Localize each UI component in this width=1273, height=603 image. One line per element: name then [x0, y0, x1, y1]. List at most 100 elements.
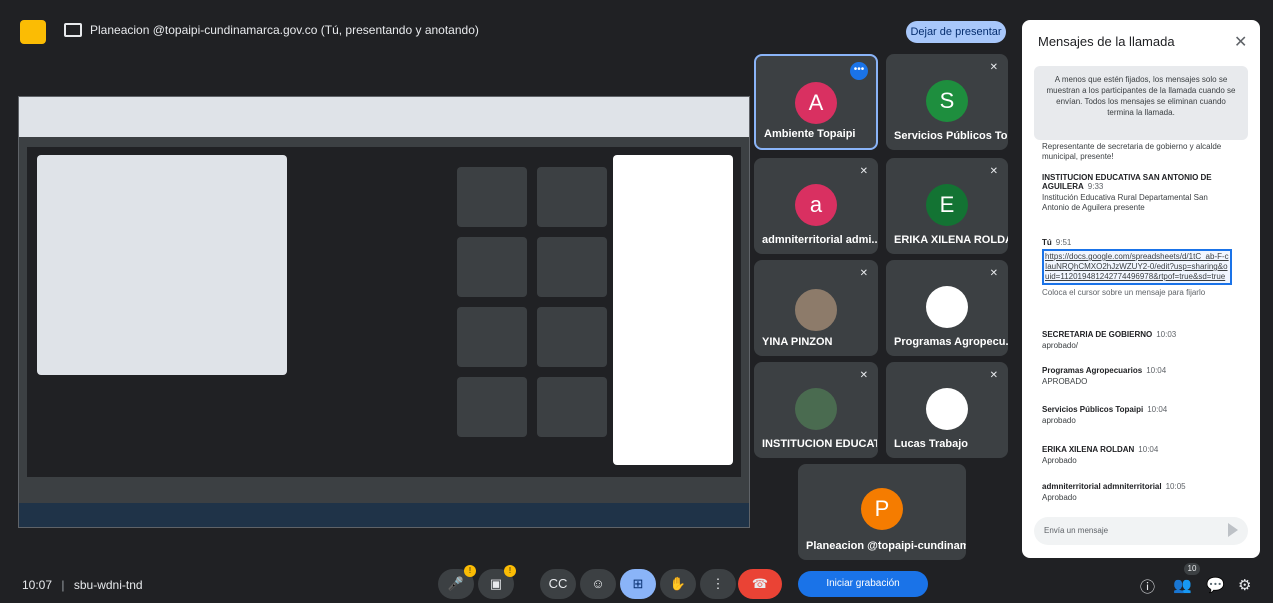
organization-logo	[926, 286, 968, 328]
participant-name: admniterritorial admi...	[762, 234, 877, 246]
nested-tile	[457, 307, 527, 367]
present-badge-icon	[20, 20, 46, 44]
shared-link[interactable]: https://docs.google.com/spreadsheets/d/1…	[1042, 249, 1232, 285]
hangup-button[interactable]: ☎	[738, 569, 782, 599]
chat-message: ERIKA XILENA ROLDAN 10:04 Aprobado	[1042, 445, 1232, 466]
chat-notice: A menos que estén fijados, los mensajes …	[1034, 66, 1248, 140]
message-sender: ERIKA XILENA ROLDAN 10:04	[1042, 445, 1159, 454]
raise-hand-button[interactable]: ✋	[660, 569, 696, 599]
participant-name: Planeacion @topaipi-cundinam...	[806, 540, 966, 552]
mic-button[interactable]: 🎤!	[438, 565, 476, 599]
chat-panel: Mensajes de la llamada ✕ A menos que est…	[1022, 20, 1260, 558]
mic-off-icon: ✕	[989, 268, 998, 279]
emoji-button[interactable]: ☺	[580, 569, 616, 599]
participant-tile[interactable]: ✕ E ERIKA XILENA ROLDAN	[886, 158, 1008, 254]
captions-button[interactable]: CC	[540, 569, 576, 599]
mic-off-icon: ✕	[989, 370, 998, 381]
chat-message: Representante de secretaria de gobierno …	[1042, 140, 1232, 162]
participant-tile[interactable]: ✕ Lucas Trabajo	[886, 362, 1008, 458]
profile-photo	[792, 286, 840, 334]
participant-name: Programas Agropecu...	[894, 336, 1008, 348]
message-sender: INSTITUCION EDUCATIVA SAN ANTONIO DE AGU…	[1042, 173, 1212, 191]
nested-meeting-view	[27, 147, 741, 477]
mic-off-icon: ✕	[859, 268, 868, 279]
nested-tile	[537, 167, 607, 227]
message-text: Institución Educativa Rural Departamenta…	[1042, 193, 1208, 212]
chat-message: Programas Agropecuarios 10:04 APROBADO	[1042, 366, 1232, 387]
people-icon[interactable]: 👥	[1173, 576, 1192, 594]
chat-message: SECRETARIA DE GOBIERNO 10:03 aprobado/	[1042, 330, 1232, 351]
participant-name: ERIKA XILENA ROLDAN	[894, 234, 1008, 246]
message-sender: admniterritorial admniterritorial 10:05	[1042, 482, 1186, 491]
close-icon[interactable]: ✕	[1234, 32, 1247, 52]
participant-tile[interactable]: ✕ Programas Agropecu...	[886, 260, 1008, 356]
mic-off-icon: ✕	[859, 370, 868, 381]
participant-tile[interactable]: ✕ INSTITUCION EDUCAT...	[754, 362, 878, 458]
present-screen-icon	[64, 23, 82, 37]
nested-chat-panel	[613, 155, 733, 465]
nested-tile	[537, 377, 607, 437]
message-sender: SECRETARIA DE GOBIERNO 10:03	[1042, 330, 1177, 339]
message-text: APROBADO	[1042, 377, 1088, 386]
chat-message: Tú 9:51 https://docs.google.com/spreadshe…	[1042, 238, 1232, 297]
nested-screen	[37, 155, 287, 375]
participant-name: YINA PINZON	[762, 336, 833, 348]
meeting-info: 10:07 | sbu-wdni-tnd	[22, 578, 143, 592]
chat-message: Servicios Públicos Topaipi 10:04 aprobado	[1042, 405, 1232, 426]
message-text: Representante de secretaria de gobierno …	[1042, 142, 1222, 161]
avatar: P	[861, 488, 903, 530]
avatar: a	[795, 184, 837, 226]
participant-tile[interactable]: ••• A Ambiente Topaipi	[754, 54, 878, 150]
pin-hint: Coloca el cursor sobre un mensaje para f…	[1042, 288, 1206, 297]
clock-time: 10:07	[22, 578, 53, 592]
chat-message: admniterritorial admniterritorial 10:05 A…	[1042, 482, 1232, 503]
presenter-title: Planeacion @topaipi-cundinamarca.gov.co …	[90, 23, 479, 37]
mic-off-icon: ✕	[859, 166, 868, 177]
message-text: Aprobado	[1042, 493, 1077, 502]
chat-input[interactable]: Envía un mensaje	[1034, 517, 1248, 545]
shared-browser-bar	[19, 97, 749, 137]
participant-name: Ambiente Topaipi	[764, 128, 856, 140]
nested-tile	[457, 237, 527, 297]
participant-name: Lucas Trabajo	[894, 438, 968, 450]
more-options-icon[interactable]: •••	[850, 62, 868, 80]
participant-tile[interactable]: P Planeacion @topaipi-cundinam...	[798, 464, 966, 560]
message-sender: Tú 9:51	[1042, 238, 1072, 247]
shared-screen	[18, 96, 750, 528]
message-text: aprobado	[1042, 416, 1076, 425]
participant-tile[interactable]: ✕ S Servicios Públicos To...	[886, 54, 1008, 150]
chat-icon[interactable]: 💬	[1206, 576, 1225, 594]
present-screen-button[interactable]: ⊞	[620, 569, 656, 599]
chat-message: INSTITUCION EDUCATIVA SAN ANTONIO DE AGU…	[1042, 173, 1232, 213]
avatar: A	[795, 82, 837, 124]
participant-name: INSTITUCION EDUCAT...	[762, 438, 877, 450]
nested-tile	[537, 237, 607, 297]
avatar: S	[926, 80, 968, 122]
presentation-bar: Planeacion @topaipi-cundinamarca.gov.co …	[8, 14, 1006, 48]
more-options-button[interactable]: ⋮	[700, 569, 736, 599]
nested-tile	[457, 377, 527, 437]
participant-count: 10	[1184, 563, 1200, 575]
message-text: aprobado/	[1042, 341, 1079, 350]
info-icon[interactable]: ⓘ	[1140, 576, 1155, 597]
start-recording-button[interactable]: Iniciar grabación	[798, 571, 928, 597]
message-sender: Servicios Públicos Topaipi 10:04	[1042, 405, 1168, 414]
profile-photo	[795, 388, 837, 430]
participant-tile[interactable]: ✕ a admniterritorial admi...	[754, 158, 878, 254]
nested-tile	[457, 167, 527, 227]
meeting-code: sbu-wdni-tnd	[73, 578, 143, 592]
mic-off-icon: ✕	[989, 166, 998, 177]
organization-logo	[926, 388, 968, 430]
nested-tile	[537, 307, 607, 367]
taskbar	[19, 503, 749, 527]
chat-title: Mensajes de la llamada	[1038, 34, 1175, 49]
avatar: E	[926, 184, 968, 226]
participant-tile[interactable]: ✕ YINA PINZON	[754, 260, 878, 356]
mic-off-icon: ✕	[989, 62, 998, 73]
stop-presenting-button[interactable]: Dejar de presentar	[906, 21, 1006, 43]
activities-icon[interactable]: ⚙	[1238, 576, 1251, 594]
send-icon[interactable]	[1228, 523, 1238, 537]
message-sender: Programas Agropecuarios 10:04	[1042, 366, 1167, 375]
camera-button[interactable]: ▣!	[478, 565, 516, 599]
participant-name: Servicios Públicos To...	[894, 130, 1008, 142]
